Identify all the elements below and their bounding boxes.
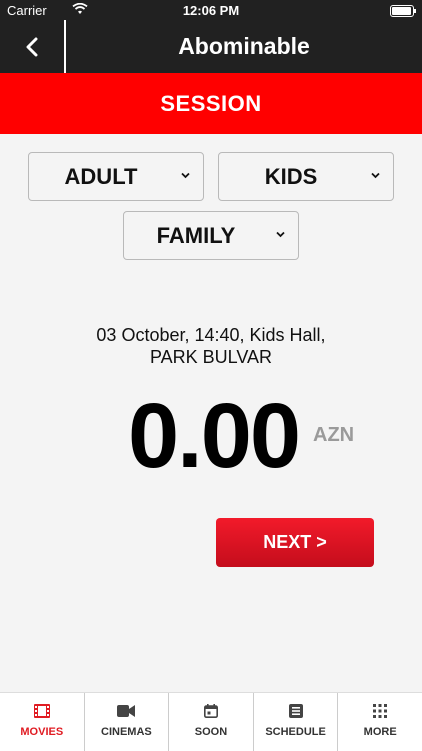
currency-label: AZN xyxy=(313,424,355,446)
chevron-left-icon xyxy=(26,37,38,56)
calendar-icon xyxy=(203,704,218,718)
section-banner: SESSION xyxy=(0,73,422,134)
family-select-label: FAMILY xyxy=(156,223,236,248)
battery-icon xyxy=(390,5,416,17)
kids-ticket-select[interactable]: KIDS xyxy=(218,152,394,201)
tab-schedule[interactable]: SCHEDULE xyxy=(252,693,338,751)
tab-cinemas-label: CINEMAS xyxy=(101,726,152,738)
session-datetime-hall: 03 October, 14:40, Kids Hall, xyxy=(96,325,326,345)
back-button[interactable] xyxy=(0,20,64,73)
tab-movies[interactable]: MOVIES xyxy=(0,693,84,751)
grid-dots-icon xyxy=(373,704,388,718)
kids-select-label: KIDS xyxy=(264,164,318,189)
schedule-list-icon xyxy=(288,704,303,718)
film-icon xyxy=(33,704,50,718)
status-bar: Carrier 12:06 PM xyxy=(0,0,422,20)
session-cinema: PARK BULVAR xyxy=(149,347,273,367)
tab-schedule-label: SCHEDULE xyxy=(265,726,326,738)
next-button[interactable]: NEXT > xyxy=(216,518,374,567)
tab-bar: MOVIES CINEMAS SOON SCHEDULE MORE xyxy=(0,692,422,751)
tab-movies-label: MOVIES xyxy=(20,726,64,738)
clock: 12:06 PM xyxy=(182,3,240,18)
family-ticket-select[interactable]: FAMILY xyxy=(123,211,299,260)
tab-more-label: MORE xyxy=(363,726,397,738)
video-camera-icon xyxy=(117,705,136,717)
chevron-down-icon xyxy=(276,231,285,238)
total-amount: 0.00 xyxy=(128,385,301,487)
tab-cinemas[interactable]: CINEMAS xyxy=(83,693,169,751)
navigation-bar: Abominable xyxy=(0,20,422,73)
tab-soon[interactable]: SOON xyxy=(168,693,253,751)
page-title: Abominable xyxy=(178,33,310,59)
tab-more[interactable]: MORE xyxy=(337,693,422,751)
tab-soon-label: SOON xyxy=(194,726,228,738)
adult-ticket-select[interactable]: ADULT xyxy=(28,152,204,201)
chevron-down-icon xyxy=(371,172,380,179)
session-info: 03 October, 14:40, Kids Hall, PARK BULVA… xyxy=(30,324,392,368)
adult-select-label: ADULT xyxy=(64,164,138,189)
chevron-down-icon xyxy=(181,172,190,179)
